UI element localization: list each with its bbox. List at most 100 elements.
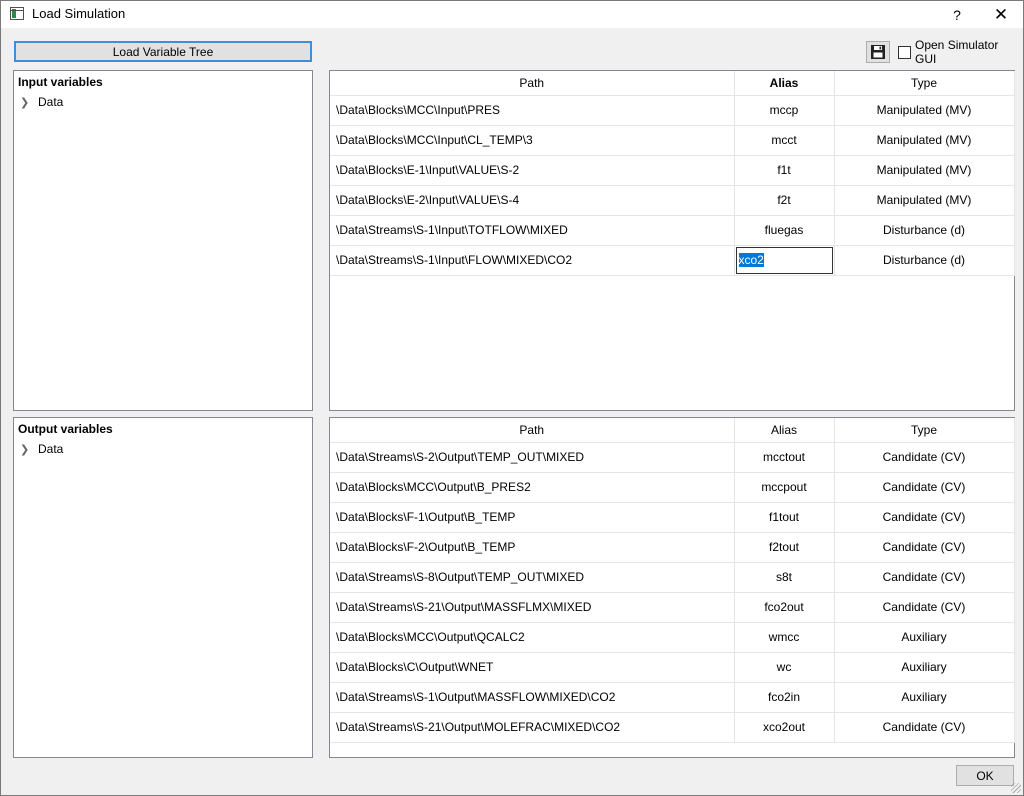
- open-simulator-gui-label: Open Simulator GUI: [915, 38, 999, 66]
- type-cell[interactable]: Manipulated (MV): [834, 185, 1015, 216]
- table-row[interactable]: \Data\Blocks\MCC\Input\CL_TEMP\3 mcct Ma…: [330, 125, 1015, 156]
- table-row[interactable]: \Data\Blocks\F-1\Output\B_TEMP f1tout Ca…: [330, 502, 1015, 533]
- alias-cell[interactable]: f2t: [734, 185, 835, 216]
- table-row[interactable]: \Data\Streams\S-21\Output\MASSFLMX\MIXED…: [330, 592, 1015, 623]
- path-cell[interactable]: \Data\Blocks\F-2\Output\B_TEMP: [330, 532, 735, 563]
- path-cell[interactable]: \Data\Streams\S-1\Input\FLOW\MIXED\CO2: [330, 245, 735, 276]
- path-cell[interactable]: \Data\Blocks\MCC\Output\B_PRES2: [330, 472, 735, 503]
- path-cell[interactable]: \Data\Streams\S-21\Output\MASSFLMX\MIXED: [330, 592, 735, 623]
- table-row[interactable]: \Data\Blocks\MCC\Output\B_PRES2 mccpout …: [330, 472, 1015, 503]
- alias-cell[interactable]: mcctout: [734, 442, 835, 473]
- save-button[interactable]: [866, 41, 890, 63]
- table-row[interactable]: \Data\Blocks\E-2\Input\VALUE\S-4 f2t Man…: [330, 185, 1015, 216]
- open-simulator-gui-toggle[interactable]: Open Simulator GUI: [898, 38, 1023, 66]
- path-cell[interactable]: \Data\Blocks\F-1\Output\B_TEMP: [330, 502, 735, 533]
- output-variables-header: Output variables: [18, 422, 113, 436]
- path-cell[interactable]: \Data\Blocks\MCC\Input\PRES: [330, 95, 735, 126]
- input-variables-table: Path Alias Type \Data\Blocks\MCC\Input\P…: [329, 70, 1015, 411]
- tree-node-label: Data: [38, 95, 64, 109]
- type-cell[interactable]: Candidate (CV): [834, 442, 1015, 473]
- alias-cell[interactable]: f1tout: [734, 502, 835, 533]
- load-variable-tree-button[interactable]: Load Variable Tree: [14, 41, 312, 62]
- path-cell[interactable]: \Data\Blocks\MCC\Output\QCALC2: [330, 622, 735, 653]
- path-cell[interactable]: \Data\Streams\S-21\Output\MOLEFRAC\MIXED…: [330, 712, 735, 743]
- column-header-path[interactable]: Path: [330, 71, 735, 96]
- path-cell[interactable]: \Data\Streams\S-8\Output\TEMP_OUT\MIXED: [330, 562, 735, 593]
- table-row[interactable]: \Data\Blocks\MCC\Output\QCALC2 wmcc Auxi…: [330, 622, 1015, 653]
- column-header-alias[interactable]: Alias: [734, 418, 835, 443]
- alias-cell[interactable]: wmcc: [734, 622, 835, 653]
- table-row[interactable]: \Data\Streams\S-21\Output\MOLEFRAC\MIXED…: [330, 712, 1015, 743]
- window-title: Load Simulation: [32, 6, 126, 21]
- path-cell[interactable]: \Data\Streams\S-2\Output\TEMP_OUT\MIXED: [330, 442, 735, 473]
- table-row[interactable]: \Data\Blocks\C\Output\WNET wc Auxiliary: [330, 652, 1015, 683]
- alias-cell[interactable]: mccpout: [734, 472, 835, 503]
- ok-button[interactable]: OK: [956, 765, 1014, 786]
- table-header-row: Path Alias Type: [330, 418, 1015, 443]
- path-cell[interactable]: \Data\Blocks\C\Output\WNET: [330, 652, 735, 683]
- table-row[interactable]: \Data\Streams\S-1\Output\MASSFLOW\MIXED\…: [330, 682, 1015, 713]
- chevron-right-icon[interactable]: ❯: [20, 443, 32, 456]
- column-header-type[interactable]: Type: [834, 71, 1015, 96]
- open-simulator-gui-checkbox[interactable]: [898, 45, 911, 59]
- alias-cell[interactable]: fluegas: [734, 215, 835, 246]
- close-button[interactable]: ✕: [979, 1, 1023, 28]
- alias-cell[interactable]: fco2in: [734, 682, 835, 713]
- column-header-alias[interactable]: Alias: [734, 71, 835, 96]
- path-cell[interactable]: \Data\Blocks\MCC\Input\CL_TEMP\3: [330, 125, 735, 156]
- type-cell[interactable]: Auxiliary: [834, 622, 1015, 653]
- alias-cell[interactable]: f2tout: [734, 532, 835, 563]
- path-cell[interactable]: \Data\Blocks\E-1\Input\VALUE\S-2: [330, 155, 735, 186]
- output-variables-table: Path Alias Type \Data\Streams\S-2\Output…: [329, 417, 1015, 758]
- help-button[interactable]: ?: [935, 1, 979, 28]
- table-row[interactable]: \Data\Streams\S-1\Input\TOTFLOW\MIXED fl…: [330, 215, 1015, 246]
- tree-node-data[interactable]: ❯ Data: [20, 95, 63, 109]
- alias-edit-selection: xco2: [738, 253, 764, 267]
- table-row[interactable]: \Data\Blocks\E-1\Input\VALUE\S-2 f1t Man…: [330, 155, 1015, 186]
- path-cell[interactable]: \Data\Blocks\E-2\Input\VALUE\S-4: [330, 185, 735, 216]
- table-header-row: Path Alias Type: [330, 71, 1015, 96]
- floppy-disk-icon: [871, 45, 885, 59]
- chevron-right-icon[interactable]: ❯: [20, 96, 32, 109]
- alias-cell[interactable]: mcct: [734, 125, 835, 156]
- path-cell[interactable]: \Data\Streams\S-1\Output\MASSFLOW\MIXED\…: [330, 682, 735, 713]
- app-icon: [10, 7, 24, 20]
- table-row[interactable]: \Data\Blocks\MCC\Input\PRES mccp Manipul…: [330, 95, 1015, 126]
- alias-edit-cell[interactable]: xco2: [734, 245, 835, 276]
- type-cell[interactable]: Candidate (CV): [834, 592, 1015, 623]
- alias-cell[interactable]: xco2out: [734, 712, 835, 743]
- table-row[interactable]: \Data\Streams\S-8\Output\TEMP_OUT\MIXED …: [330, 562, 1015, 593]
- type-cell[interactable]: Disturbance (d): [834, 245, 1015, 276]
- type-cell[interactable]: Disturbance (d): [834, 215, 1015, 246]
- type-cell[interactable]: Manipulated (MV): [834, 155, 1015, 186]
- table-row[interactable]: \Data\Streams\S-2\Output\TEMP_OUT\MIXED …: [330, 442, 1015, 473]
- column-header-path[interactable]: Path: [330, 418, 735, 443]
- alias-cell[interactable]: s8t: [734, 562, 835, 593]
- alias-cell[interactable]: mccp: [734, 95, 835, 126]
- input-variables-tree[interactable]: Input variables ❯ Data: [13, 70, 313, 411]
- alias-edit-input[interactable]: xco2: [735, 246, 833, 274]
- type-cell[interactable]: Candidate (CV): [834, 502, 1015, 533]
- type-cell[interactable]: Candidate (CV): [834, 472, 1015, 503]
- type-cell[interactable]: Auxiliary: [834, 652, 1015, 683]
- type-cell[interactable]: Manipulated (MV): [834, 125, 1015, 156]
- type-cell[interactable]: Candidate (CV): [834, 712, 1015, 743]
- input-variables-header: Input variables: [18, 75, 103, 89]
- type-cell[interactable]: Candidate (CV): [834, 562, 1015, 593]
- alias-cell[interactable]: fco2out: [734, 592, 835, 623]
- table-row[interactable]: \Data\Blocks\F-2\Output\B_TEMP f2tout Ca…: [330, 532, 1015, 563]
- type-cell[interactable]: Manipulated (MV): [834, 95, 1015, 126]
- alias-cell[interactable]: f1t: [734, 155, 835, 186]
- path-cell[interactable]: \Data\Streams\S-1\Input\TOTFLOW\MIXED: [330, 215, 735, 246]
- column-header-type[interactable]: Type: [834, 418, 1015, 443]
- tree-node-data[interactable]: ❯ Data: [20, 442, 63, 456]
- title-bar: Load Simulation ? ✕: [1, 1, 1023, 28]
- alias-cell[interactable]: wc: [734, 652, 835, 683]
- load-simulation-dialog: Load Simulation ? ✕ Load Variable Tree O…: [0, 0, 1024, 796]
- type-cell[interactable]: Candidate (CV): [834, 532, 1015, 563]
- tree-node-label: Data: [38, 442, 64, 456]
- table-row[interactable]: \Data\Streams\S-1\Input\FLOW\MIXED\CO2 x…: [330, 245, 1015, 276]
- output-variables-tree[interactable]: Output variables ❯ Data: [13, 417, 313, 758]
- type-cell[interactable]: Auxiliary: [834, 682, 1015, 713]
- resize-grip[interactable]: [1011, 783, 1021, 793]
